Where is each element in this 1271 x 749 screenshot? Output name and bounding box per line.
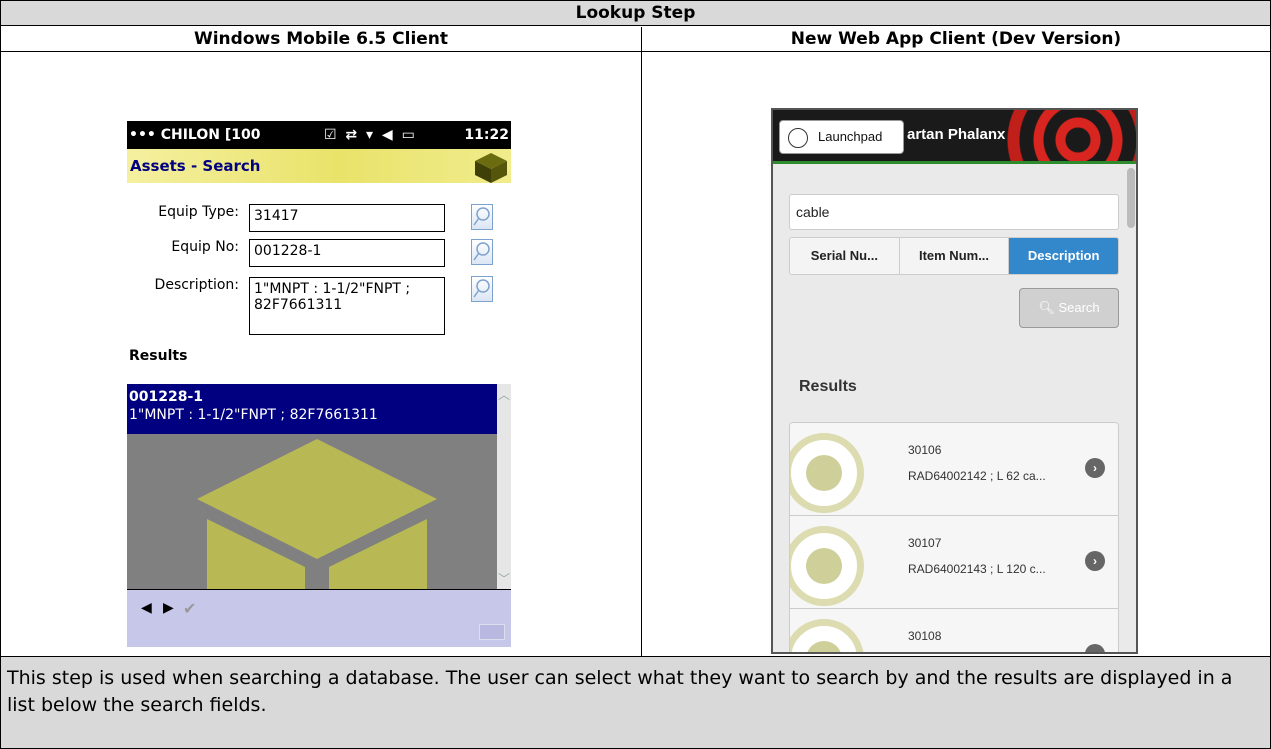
wm-equip-type-field[interactable]: 31417 bbox=[249, 204, 445, 232]
launchpad-button[interactable]: Launchpad bbox=[779, 120, 904, 154]
wm-status-icons: ☑ ⇄ ▾ ◀ ▭ bbox=[324, 127, 417, 143]
cube-thumbnail-icon bbox=[790, 619, 864, 652]
scroll-up-icon[interactable]: ︿ bbox=[497, 386, 511, 403]
wm-equip-no-field[interactable]: 001228-1 bbox=[249, 239, 445, 267]
wm-equip-type-lookup-icon[interactable] bbox=[471, 204, 493, 230]
forward-arrow-icon[interactable]: ▶ bbox=[163, 600, 174, 616]
wm-description-field[interactable]: 1"MNPT : 1-1/2"FNPT ; 82F7661311 bbox=[249, 277, 445, 335]
wm-equip-type-label: Equip Type: bbox=[158, 204, 239, 220]
item-description: RAD64002142 ; L 62 ca... bbox=[908, 469, 1046, 483]
list-item[interactable]: 30107 RAD64002143 ; L 120 c... › bbox=[790, 516, 1118, 609]
right-column-heading: New Web App Client (Dev Version) bbox=[790, 29, 1122, 49]
item-number: 30108 bbox=[908, 629, 942, 643]
cube-logo-icon bbox=[475, 153, 507, 183]
segment-serial-number[interactable]: Serial Nu... bbox=[790, 238, 900, 274]
search-button[interactable]: 🔍︎ Search bbox=[1019, 288, 1119, 328]
web-search-input[interactable]: cable bbox=[789, 194, 1119, 230]
chevron-right-icon[interactable]: › bbox=[1085, 644, 1105, 652]
web-app-title: artan Phalanx bbox=[907, 126, 1006, 143]
web-results-list: 30106 RAD64002142 ; L 62 ca... › 30107 R… bbox=[789, 422, 1119, 652]
windows-mobile-screenshot: ••• CHILON [100 ☑ ⇄ ▾ ◀ ▭ 11:22 Assets -… bbox=[127, 121, 511, 647]
cube-thumbnail-icon bbox=[790, 433, 864, 513]
search-icon: 🔍︎ bbox=[1038, 300, 1055, 315]
wm-softkey-bar: ◀ ▶ ✔ bbox=[127, 589, 511, 647]
keyboard-icon[interactable] bbox=[479, 624, 505, 640]
web-results-heading: Results bbox=[799, 378, 857, 395]
web-scrollbar[interactable] bbox=[1127, 168, 1135, 228]
segment-item-number[interactable]: Item Num... bbox=[899, 238, 1010, 274]
search-by-segmented-control: Serial Nu... Item Num... Description bbox=[789, 237, 1119, 275]
wm-description-lookup-icon[interactable] bbox=[471, 276, 493, 302]
wm-equip-no-lookup-icon[interactable] bbox=[471, 239, 493, 265]
wm-result-number: 001228-1 bbox=[129, 389, 203, 405]
launchpad-label: Launchpad bbox=[818, 129, 883, 144]
cube-placeholder-icon bbox=[197, 439, 437, 589]
wm-status-text: ••• CHILON [100 bbox=[129, 127, 261, 143]
wm-selected-result[interactable]: 001228-1 1"MNPT : 1-1/2"FNPT ; 82F766131… bbox=[127, 384, 497, 434]
column-headings: Windows Mobile 6.5 Client New Web App Cl… bbox=[1, 27, 1270, 52]
web-app-screenshot: Launchpad artan Phalanx cable Serial Nu.… bbox=[771, 108, 1138, 654]
wm-clock: 11:22 bbox=[464, 127, 509, 143]
wm-page-title: Assets - Search bbox=[127, 149, 511, 183]
wm-description-label: Description: bbox=[154, 277, 239, 293]
wm-result-description: 1"MNPT : 1-1/2"FNPT ; 82F7661311 bbox=[129, 407, 378, 423]
item-number: 30107 bbox=[908, 536, 942, 550]
item-description: RAD64002143 ; L 120 c... bbox=[908, 562, 1046, 576]
grid-icon bbox=[788, 128, 808, 148]
list-item[interactable]: 30106 RAD64002142 ; L 62 ca... › bbox=[790, 423, 1118, 516]
chevron-right-icon[interactable]: › bbox=[1085, 458, 1105, 478]
checkmark-icon[interactable]: ✔ bbox=[183, 599, 196, 618]
back-arrow-icon[interactable]: ◀ bbox=[141, 600, 152, 616]
search-button-label: Search bbox=[1058, 300, 1100, 315]
column-divider bbox=[641, 27, 642, 656]
item-number: 30106 bbox=[908, 443, 942, 457]
segment-description[interactable]: Description bbox=[1009, 238, 1118, 274]
wm-results-heading: Results bbox=[129, 348, 188, 364]
wm-equip-no-label: Equip No: bbox=[171, 239, 239, 255]
scroll-down-icon[interactable]: ﹀ bbox=[497, 570, 511, 587]
wm-scrollbar[interactable]: ︿ ﹀ bbox=[497, 384, 511, 589]
wm-status-bar: ••• CHILON [100 ☑ ⇄ ▾ ◀ ▭ 11:22 bbox=[127, 121, 511, 149]
chevron-right-icon[interactable]: › bbox=[1085, 551, 1105, 571]
web-header: Launchpad artan Phalanx bbox=[773, 110, 1136, 164]
table-title: Lookup Step bbox=[1, 1, 1270, 26]
cube-thumbnail-icon bbox=[790, 526, 864, 606]
wm-results-list[interactable]: 001228-1 1"MNPT : 1-1/2"FNPT ; 82F766131… bbox=[127, 384, 497, 589]
list-item[interactable]: 30108 › bbox=[790, 609, 1118, 652]
left-column-heading: Windows Mobile 6.5 Client bbox=[193, 29, 449, 49]
step-description: This step is used when searching a datab… bbox=[1, 656, 1270, 748]
